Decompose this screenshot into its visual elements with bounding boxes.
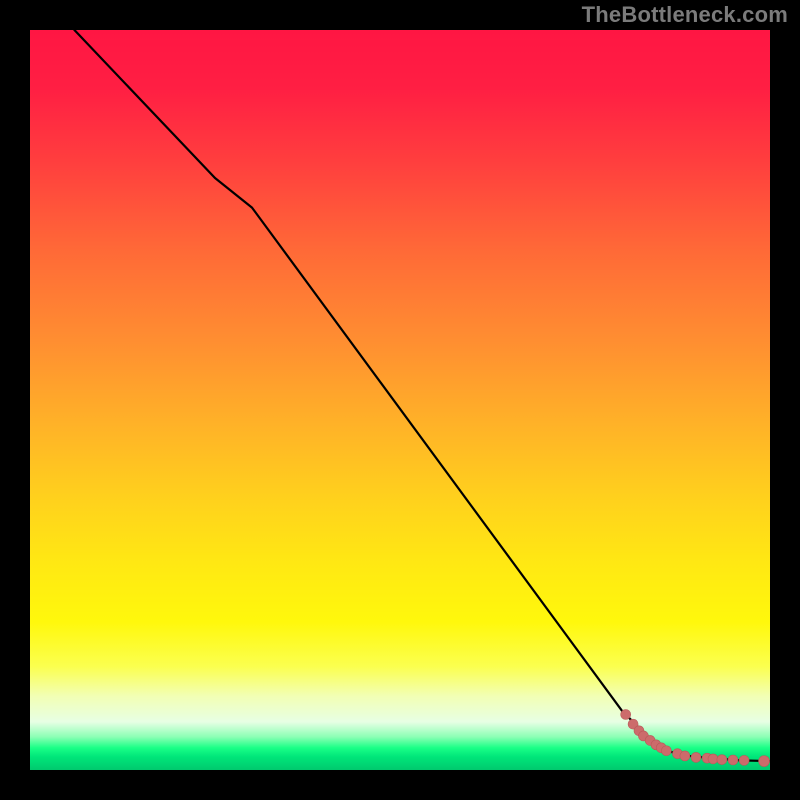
data-point [708, 754, 718, 764]
curve-line [74, 30, 770, 761]
data-point [691, 752, 701, 762]
plot-area [30, 30, 770, 770]
data-point [728, 755, 738, 765]
data-point [680, 751, 690, 761]
data-point [717, 755, 727, 765]
chart-overlay [30, 30, 770, 770]
chart-frame: TheBottleneck.com [0, 0, 800, 800]
watermark-text: TheBottleneck.com [582, 2, 788, 28]
data-point [739, 755, 749, 765]
data-point [661, 746, 671, 756]
data-point [759, 756, 770, 767]
data-point [621, 710, 631, 720]
